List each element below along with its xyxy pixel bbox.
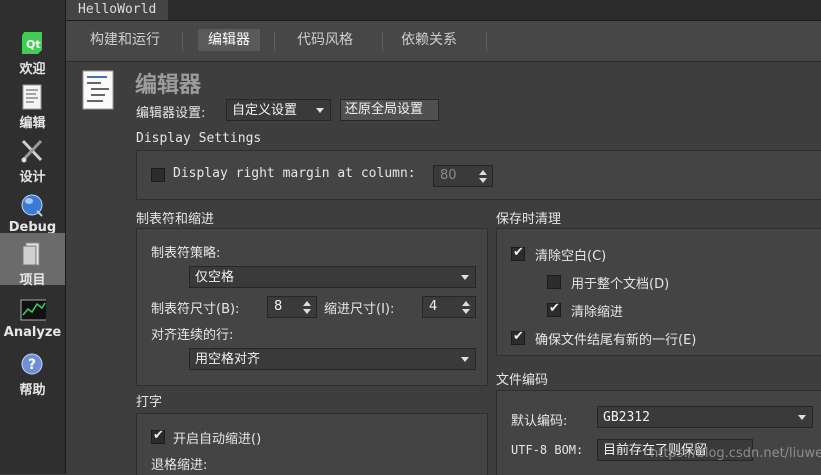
tab-separator bbox=[382, 31, 383, 51]
spin-up-icon bbox=[479, 170, 487, 175]
tab-separator bbox=[182, 31, 183, 51]
tab-separator bbox=[486, 31, 487, 51]
document-icon bbox=[22, 84, 42, 110]
ensure-newline-label: 确保文件结尾有新的一行(E) bbox=[535, 333, 697, 348]
entire-document-label: 用于整个文档(D) bbox=[571, 277, 670, 292]
mode-projects[interactable]: 项目 bbox=[0, 233, 65, 288]
qt-logo-icon: Qt bbox=[22, 32, 42, 54]
default-encoding-combo[interactable]: GB2312 bbox=[597, 406, 813, 428]
spin-value: 80 bbox=[440, 168, 457, 183]
backspace-indent-label: 退格缩进: bbox=[151, 458, 208, 473]
spin-up-icon bbox=[462, 301, 470, 306]
spin-down-icon bbox=[303, 309, 311, 314]
combo-value: 仅空格 bbox=[195, 270, 235, 285]
spin-value: 4 bbox=[429, 299, 438, 314]
project-icon bbox=[22, 242, 40, 266]
spin-down-icon bbox=[479, 178, 487, 183]
mode-label: 项目 bbox=[19, 273, 46, 288]
utf8-bom-label: UTF-8 BOM: bbox=[511, 443, 584, 457]
debug-icon bbox=[21, 194, 43, 217]
mode-label: 欢迎 bbox=[19, 62, 46, 77]
cleanup-title: 保存时清理 bbox=[496, 212, 562, 227]
editor-settings-combo[interactable]: 自定义设置 bbox=[226, 99, 331, 121]
mode-label: 编辑 bbox=[19, 116, 46, 131]
mode-label: 设计 bbox=[19, 170, 46, 185]
analyze-icon bbox=[20, 299, 46, 321]
tab-policy-label: 制表符策略: bbox=[151, 246, 221, 261]
display-margin-checkbox[interactable] bbox=[151, 168, 165, 182]
align-continuation-combo[interactable]: 用空格对齐 bbox=[189, 348, 476, 370]
chevron-down-icon bbox=[461, 275, 469, 280]
display-settings-title: Display Settings bbox=[136, 131, 262, 146]
project-name-tab[interactable]: HelloWorld bbox=[66, 0, 169, 20]
cleanup-group: 清除空白(C) 用于整个文档(D) 清除缩进 确保文件结尾有新的一行(E) bbox=[496, 228, 821, 356]
combo-value: 自定义设置 bbox=[232, 103, 298, 118]
tab-editor[interactable]: 编辑器 bbox=[198, 29, 260, 51]
tab-separator bbox=[274, 31, 275, 51]
mode-design[interactable]: 设计 bbox=[0, 134, 65, 186]
typing-group: 开启自动缩进() 退格缩进: bbox=[136, 413, 488, 475]
tabs-indent-group: 制表符策略: 仅空格 制表符尺寸(B): 8 缩进尺寸(I): 4 对齐连续的行… bbox=[136, 228, 488, 386]
align-continuation-label: 对齐连续的行: bbox=[151, 328, 234, 343]
page-title: 编辑器 bbox=[135, 73, 202, 98]
mode-label: Analyze bbox=[3, 325, 62, 340]
editor-settings-icon bbox=[82, 70, 114, 110]
help-icon: ? bbox=[21, 353, 43, 375]
editor-settings-panel: 编辑器 编辑器设置: 自定义设置 还原全局设置 Display Settings… bbox=[66, 62, 821, 475]
svg-text:Qt: Qt bbox=[26, 38, 41, 51]
tab-dependencies[interactable]: 依赖关系 bbox=[391, 29, 467, 51]
default-encoding-label: 默认编码: bbox=[511, 414, 568, 429]
clean-whitespace-checkbox[interactable] bbox=[511, 245, 525, 261]
margin-column-spinbox[interactable]: 80 bbox=[433, 165, 493, 187]
project-strip: HelloWorld bbox=[66, 0, 821, 21]
tab-build-run[interactable]: 构建和运行 bbox=[80, 29, 170, 51]
mode-sidebar: Qt 欢迎 编辑 设计 Debug 项目 Analyze ? 帮助 bbox=[0, 0, 66, 474]
restore-global-button[interactable]: 还原全局设置 bbox=[340, 99, 439, 121]
clean-indent-label: 清除缩进 bbox=[571, 305, 624, 320]
encoding-group: 默认编码: GB2312 UTF-8 BOM: 目前存在了则保留 bbox=[496, 390, 821, 475]
project-settings-tabbar: 构建和运行 编辑器 代码风格 依赖关系 bbox=[66, 21, 821, 62]
spin-value: 8 bbox=[274, 299, 283, 314]
editor-settings-label: 编辑器设置: bbox=[136, 106, 206, 121]
tab-policy-combo[interactable]: 仅空格 bbox=[189, 266, 476, 288]
encoding-title: 文件编码 bbox=[496, 373, 549, 388]
ensure-newline-checkbox[interactable] bbox=[511, 329, 525, 345]
auto-indent-label: 开启自动缩进() bbox=[173, 432, 262, 447]
mode-welcome[interactable]: Qt 欢迎 bbox=[0, 26, 65, 78]
chevron-down-icon bbox=[316, 108, 324, 113]
spin-up-icon bbox=[303, 301, 311, 306]
display-settings-group: Display right margin at column: 80 bbox=[136, 150, 821, 200]
spin-down-icon bbox=[462, 309, 470, 314]
svg-text:?: ? bbox=[28, 357, 36, 373]
combo-value: GB2312 bbox=[603, 410, 650, 425]
mode-help[interactable]: ? 帮助 bbox=[0, 347, 65, 399]
clean-indent-checkbox[interactable] bbox=[547, 301, 561, 317]
mode-edit[interactable]: 编辑 bbox=[0, 80, 65, 132]
combo-value: 用空格对齐 bbox=[195, 352, 261, 367]
indent-size-label: 缩进尺寸(I): bbox=[324, 302, 395, 317]
auto-indent-checkbox[interactable] bbox=[151, 428, 165, 444]
mode-label: 帮助 bbox=[19, 383, 46, 398]
chevron-down-icon bbox=[461, 357, 469, 362]
tab-size-spinbox[interactable]: 8 bbox=[267, 296, 317, 318]
watermark-text: https://blog.csdn.net/liuweilhy bbox=[650, 446, 821, 461]
clean-whitespace-label: 清除空白(C) bbox=[535, 249, 607, 264]
tab-code-style[interactable]: 代码风格 bbox=[287, 29, 363, 51]
tab-size-label: 制表符尺寸(B): bbox=[151, 302, 240, 317]
mode-analyze[interactable]: Analyze bbox=[0, 293, 65, 345]
chevron-down-icon bbox=[798, 415, 806, 420]
display-margin-label: Display right margin at column: bbox=[173, 166, 416, 181]
design-tools-icon bbox=[21, 139, 43, 163]
entire-document-checkbox[interactable] bbox=[547, 275, 561, 289]
tabs-indent-title: 制表符和缩进 bbox=[136, 212, 215, 227]
typing-title: 打字 bbox=[136, 395, 163, 410]
indent-size-spinbox[interactable]: 4 bbox=[422, 296, 476, 318]
